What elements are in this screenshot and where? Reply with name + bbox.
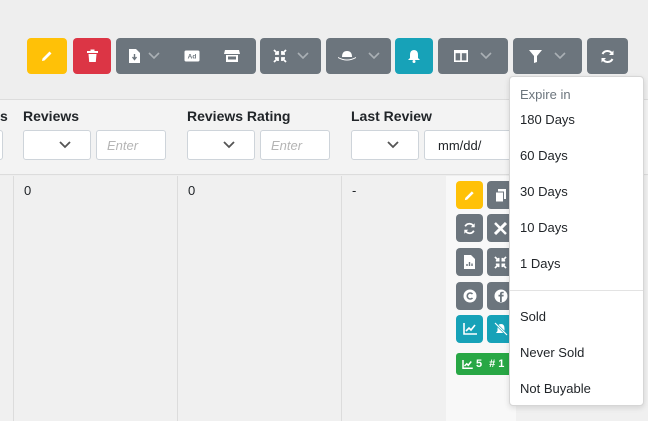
- dropdown-item-not-buyable[interactable]: Not Buyable: [520, 381, 591, 396]
- badge-hash: # 1: [489, 358, 505, 370]
- compress-icon: [272, 49, 287, 63]
- copy-icon: [494, 188, 506, 202]
- bell-icon: [408, 50, 420, 63]
- sync-icon: [464, 222, 475, 234]
- chevron-down-icon: [147, 52, 160, 60]
- file-chart-icon: [464, 255, 475, 269]
- tools-icon: [494, 221, 507, 235]
- dropdown-item-60-days[interactable]: 60 Days: [520, 148, 568, 163]
- pencil-icon: [42, 51, 52, 61]
- chart-line-icon: [462, 359, 473, 369]
- row-edit-button[interactable]: [456, 181, 483, 209]
- filter-button-group[interactable]: [513, 38, 582, 74]
- export-button-group: Ad: [116, 38, 256, 74]
- refresh-button[interactable]: [587, 38, 628, 74]
- chart-line-icon: [462, 323, 477, 335]
- dropdown-item-1-days[interactable]: 1 Days: [520, 256, 560, 271]
- ad-icon: Ad: [184, 50, 200, 62]
- cell-reviews-rating: 0: [188, 183, 196, 198]
- columns-icon: [454, 50, 468, 62]
- dropdown-divider: [510, 290, 643, 291]
- row-file-button[interactable]: [456, 248, 483, 276]
- hat-button-group[interactable]: [326, 38, 391, 74]
- ad-button[interactable]: Ad: [172, 38, 212, 74]
- hat-icon: [337, 51, 356, 61]
- row-sync-button[interactable]: [456, 214, 483, 242]
- row-copyright-button[interactable]: [456, 282, 483, 310]
- column-divider: [13, 176, 14, 421]
- dropdown-item-30-days[interactable]: 30 Days: [520, 184, 568, 199]
- column-divider: [341, 176, 342, 421]
- ad-label: Ad: [188, 54, 197, 61]
- last-review-operator-select[interactable]: [351, 130, 419, 160]
- compress-button-group[interactable]: [260, 38, 321, 74]
- column-header-reviews[interactable]: Reviews: [23, 108, 79, 124]
- edit-button[interactable]: [27, 38, 67, 74]
- chevron-down-icon: [223, 141, 235, 149]
- store-icon: [224, 50, 240, 62]
- column-divider: [177, 176, 178, 421]
- chevron-down-icon: [387, 141, 399, 149]
- reviews-rating-operator-select[interactable]: [187, 130, 255, 160]
- cell-last-review: -: [352, 183, 357, 198]
- export-dropdown-button[interactable]: [116, 38, 172, 74]
- cell-reviews: 0: [24, 183, 32, 198]
- trash-icon: [86, 49, 98, 62]
- sync-icon: [601, 49, 614, 63]
- badge-count: 5: [476, 358, 483, 370]
- bell-slash-icon: [493, 322, 508, 336]
- dropdown-item-180-days[interactable]: 180 Days: [520, 112, 575, 127]
- chevron-down-icon: [367, 52, 380, 60]
- column-header-partial: s: [0, 108, 8, 124]
- copyright-icon: [463, 289, 476, 303]
- reviews-filter-input[interactable]: Enter: [96, 130, 166, 160]
- dropdown-item-never-sold[interactable]: Never Sold: [520, 345, 584, 360]
- dropdown-header-expire: Expire in: [520, 87, 571, 102]
- notify-button[interactable]: [395, 38, 433, 74]
- dropdown-item-sold[interactable]: Sold: [520, 309, 546, 324]
- filter-dropdown-menu: Expire in 180 Days 60 Days 30 Days 10 Da…: [509, 76, 644, 406]
- chevron-down-icon: [480, 52, 492, 60]
- reviews-operator-select[interactable]: [23, 130, 91, 160]
- columns-button-group[interactable]: [438, 38, 508, 74]
- facebook-icon: [494, 289, 507, 303]
- compress-icon: [494, 255, 507, 269]
- stats-badge: 5 # 1: [456, 353, 516, 375]
- filter-icon: [529, 49, 542, 63]
- dropdown-item-10-days[interactable]: 10 Days: [520, 220, 568, 235]
- reviews-rating-filter-input[interactable]: Enter: [260, 130, 330, 160]
- delete-button[interactable]: [73, 38, 111, 74]
- row-chart-button[interactable]: [456, 315, 483, 343]
- file-download-icon: [128, 49, 140, 63]
- last-review-date-input[interactable]: mm/dd/: [424, 130, 514, 160]
- pencil-icon: [464, 190, 474, 200]
- chevron-down-icon: [296, 52, 309, 60]
- store-button[interactable]: [212, 38, 252, 74]
- partial-filter-select[interactable]: [0, 130, 3, 160]
- chevron-down-icon: [554, 52, 566, 60]
- column-header-last-review[interactable]: Last Review: [351, 108, 432, 124]
- chevron-down-icon: [59, 141, 71, 149]
- column-header-reviews-rating[interactable]: Reviews Rating: [187, 108, 290, 124]
